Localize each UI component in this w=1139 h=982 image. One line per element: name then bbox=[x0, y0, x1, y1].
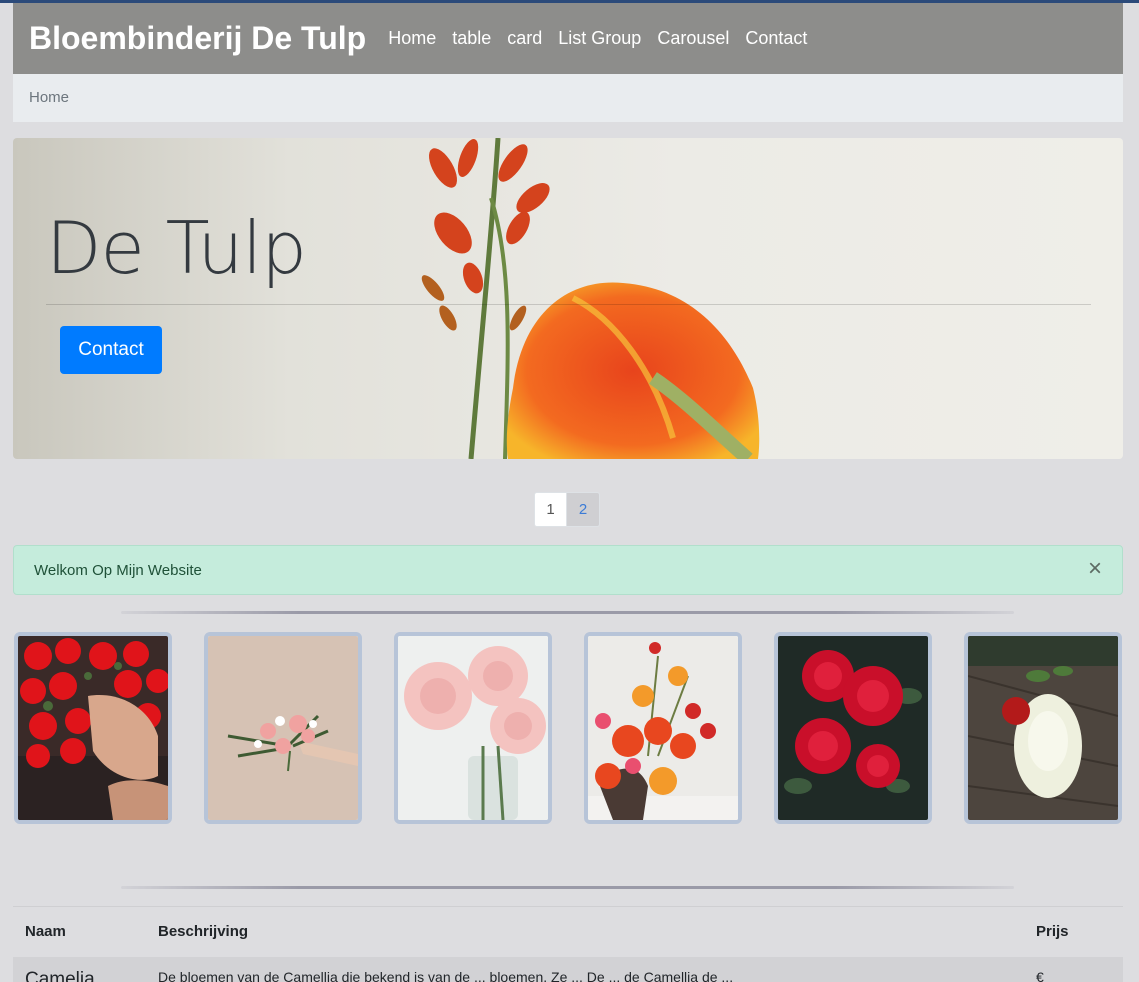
hero-title: De Tulp bbox=[46, 206, 307, 290]
flower-table: Naam Beschrijving Prijs Camelia De bloem… bbox=[13, 906, 1123, 982]
page: Bloembinderij De Tulp Home table card Li… bbox=[0, 0, 1139, 982]
breadcrumb-item-home: Home bbox=[29, 89, 70, 106]
hero-divider bbox=[46, 304, 1091, 305]
hero-background-image bbox=[13, 138, 1123, 459]
gallery-image-white-rose-on-wood[interactable] bbox=[964, 632, 1122, 824]
nav-link-contact[interactable]: Contact bbox=[745, 28, 807, 49]
page-link-2[interactable]: 2 bbox=[567, 492, 600, 527]
divider-top bbox=[121, 611, 1014, 614]
table-header-row: Naam Beschrijving Prijs bbox=[13, 906, 1123, 957]
alert-message: Welkom Op Mijn Website bbox=[34, 562, 202, 579]
cell-name: Camelia bbox=[13, 956, 146, 982]
cell-description: De bloemen van de Camellia die bekend is… bbox=[146, 956, 1024, 982]
page-link-1[interactable]: 1 bbox=[534, 492, 567, 527]
gallery-image-red-roses-bouquet[interactable] bbox=[14, 632, 172, 824]
nav-link-list-group[interactable]: List Group bbox=[558, 28, 641, 49]
contact-button[interactable]: Contact bbox=[60, 326, 162, 374]
nav-link-table[interactable]: table bbox=[452, 28, 491, 49]
column-header-naam: Naam bbox=[13, 906, 146, 957]
nav-link-card[interactable]: card bbox=[507, 28, 542, 49]
cell-price: € bbox=[1024, 956, 1123, 982]
close-icon[interactable]: × bbox=[1088, 557, 1102, 581]
table-row: Camelia De bloemen van de Camellia die b… bbox=[13, 956, 1123, 982]
column-header-prijs: Prijs bbox=[1024, 906, 1123, 957]
gallery-image-red-roses-bush[interactable] bbox=[774, 632, 932, 824]
breadcrumb: Home bbox=[13, 74, 1123, 122]
hero-jumbotron: De Tulp Contact bbox=[13, 138, 1123, 459]
navbar: Bloembinderij De Tulp Home table card Li… bbox=[13, 3, 1123, 74]
gallery-image-pink-roses-vase[interactable] bbox=[394, 632, 552, 824]
gallery-image-pink-white-bouquet[interactable] bbox=[204, 632, 362, 824]
gallery-image-orange-floral-arrangement[interactable] bbox=[584, 632, 742, 824]
pagination: 1 2 bbox=[534, 492, 600, 527]
nav-link-home[interactable]: Home bbox=[388, 28, 436, 49]
nav-link-carousel[interactable]: Carousel bbox=[657, 28, 729, 49]
brand-link[interactable]: Bloembinderij De Tulp bbox=[29, 20, 366, 57]
welcome-alert: Welkom Op Mijn Website × bbox=[13, 545, 1123, 595]
divider-bottom bbox=[121, 886, 1014, 889]
column-header-beschrijving: Beschrijving bbox=[146, 906, 1024, 957]
